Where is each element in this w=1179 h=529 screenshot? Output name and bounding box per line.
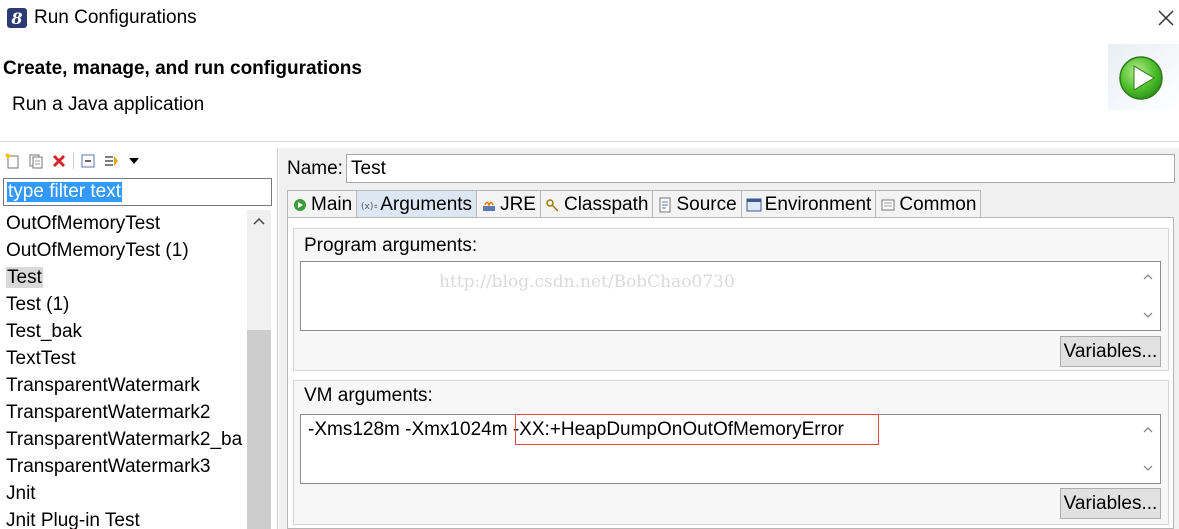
dialog-header: Create, manage, and run configurations R… (0, 38, 1179, 142)
list-item[interactable]: TransparentWatermark (0, 372, 247, 399)
list-item-label: TransparentWatermark3 (6, 456, 211, 477)
watermark-text: http://blog.csdn.net/BobChao0730 (439, 272, 735, 292)
configurations-toolbar (4, 150, 143, 172)
duplicate-icon[interactable] (27, 152, 45, 170)
configuration-list: OutOfMemoryTest OutOfMemoryTest (1) Test Te… (0, 210, 247, 529)
tab-label: Arguments (380, 193, 473, 215)
list-item-label: TransparentWatermark2_ba (6, 429, 243, 450)
arguments-tab-panel: Program arguments: http://blog.csdn.net/… (287, 217, 1174, 529)
filter-text: type filter text (7, 181, 122, 202)
tab-jre[interactable]: JRE (476, 190, 541, 218)
scrollbar-thumb[interactable] (247, 330, 271, 529)
program-arguments-group: Program arguments: http://blog.csdn.net/… (293, 228, 1169, 371)
toolbar-divider (73, 153, 74, 169)
configurations-pane: type filter text OutOfMemoryTest OutOfMem… (0, 148, 278, 529)
list-item[interactable]: Test (1) (0, 291, 247, 318)
program-arguments-field[interactable]: http://blog.csdn.net/BobChao0730 (300, 261, 1161, 331)
list-item[interactable]: TransparentWatermark2_ba (0, 426, 247, 453)
list-item-label: TextTest (6, 348, 76, 369)
title-bar: 8 Run Configurations (0, 0, 1179, 38)
source-tab-icon (657, 197, 673, 213)
configuration-list-scrollbar[interactable] (247, 210, 271, 529)
common-tab-icon (880, 197, 896, 213)
svg-text:8: 8 (10, 9, 22, 28)
list-item-label: Jnit (6, 483, 36, 504)
close-icon[interactable] (1155, 7, 1177, 29)
tab-classpath[interactable]: Classpath (539, 190, 654, 218)
tab-label: Common (899, 193, 977, 215)
program-arguments-scrollbar[interactable] (1136, 262, 1160, 330)
heapdump-highlight-box (515, 414, 879, 445)
name-label: Name: (287, 158, 343, 179)
list-item-label: TransparentWatermark2 (6, 402, 211, 423)
tab-main[interactable]: Main (287, 190, 358, 218)
list-item-label: OutOfMemoryTest (6, 213, 161, 234)
list-item-label: Test (1) (6, 294, 70, 315)
svg-text:(x)=: (x)= (361, 202, 377, 212)
delete-icon[interactable] (50, 152, 68, 170)
window-title: Run Configurations (34, 7, 197, 28)
tab-label: Classpath (563, 193, 649, 215)
editor-tabs: Main(x)=ArgumentsJREClasspathSourceEnvir… (287, 190, 982, 218)
list-item-label: Test_bak (6, 321, 83, 342)
dropdown-arrow-icon[interactable] (125, 152, 143, 170)
new-config-icon[interactable] (4, 152, 22, 170)
eclipse-logo-icon: 8 (6, 7, 28, 29)
tab-label: Environment (764, 193, 872, 215)
tab-source[interactable]: Source (652, 190, 742, 218)
list-item[interactable]: TextTest (0, 345, 247, 372)
name-field[interactable]: Test (346, 154, 1175, 183)
main-tab-icon (292, 197, 308, 213)
list-item[interactable]: Jnit (0, 480, 247, 507)
run-play-icon (1108, 44, 1179, 110)
tab-environment[interactable]: Environment (740, 190, 877, 218)
vm-arguments-label: VM arguments: (304, 385, 433, 406)
environment-tab-icon (746, 197, 762, 213)
list-item[interactable]: TransparentWatermark3 (0, 453, 247, 480)
list-item-label: Test (6, 267, 43, 288)
list-item[interactable]: OutOfMemoryTest (0, 210, 247, 237)
configuration-editor: Name: Test Main(x)=ArgumentsJREClasspath… (279, 148, 1179, 529)
list-item-label: OutOfMemoryTest (1) (6, 240, 189, 261)
tab-label: JRE (500, 193, 536, 215)
jre-tab-icon (481, 197, 497, 213)
arguments-tab-icon: (x)= (361, 197, 377, 213)
program-variables-button[interactable]: Variables... (1060, 336, 1161, 367)
list-item[interactable]: TransparentWatermark2 (0, 399, 247, 426)
list-item[interactable]: Test_bak (0, 318, 247, 345)
tab-label: Main (311, 193, 353, 215)
tab-arguments[interactable]: (x)=Arguments (356, 190, 478, 218)
vm-arguments-scrollbar[interactable] (1136, 415, 1160, 483)
program-arguments-label: Program arguments: (304, 235, 478, 256)
vm-arguments-heap-sizes: -Xms128m -Xmx1024m (308, 419, 513, 440)
header-title: Create, manage, and run configurations (3, 58, 362, 79)
list-item[interactable]: Test (0, 264, 247, 291)
header-subtitle: Run a Java application (12, 94, 205, 115)
filter-input[interactable]: type filter text (3, 178, 272, 206)
vm-variables-button[interactable]: Variables... (1060, 488, 1161, 519)
vm-arguments-group: VM arguments: -Xms128m -Xmx1024m -XX:+He… (293, 380, 1169, 525)
vm-arguments-field[interactable]: -Xms128m -Xmx1024m -XX:+HeapDumpOnOutOfM… (300, 414, 1161, 484)
filter-icon[interactable] (102, 152, 120, 170)
list-item[interactable]: Jnit Plug-in Test (0, 507, 247, 529)
collapse-all-icon[interactable] (79, 152, 97, 170)
scroll-down-icon[interactable] (1143, 310, 1153, 320)
classpath-tab-icon (545, 197, 561, 213)
list-item-label: TransparentWatermark (6, 375, 200, 396)
scroll-up-icon[interactable] (1143, 272, 1153, 282)
list-item-label: Jnit Plug-in Test (6, 510, 140, 529)
tab-common[interactable]: Common (875, 190, 982, 218)
scroll-up-icon[interactable] (247, 210, 271, 234)
scroll-down-icon[interactable] (1143, 463, 1153, 473)
scroll-up-icon[interactable] (1143, 425, 1153, 435)
tab-label: Source (676, 193, 737, 215)
list-item[interactable]: OutOfMemoryTest (1) (0, 237, 247, 264)
